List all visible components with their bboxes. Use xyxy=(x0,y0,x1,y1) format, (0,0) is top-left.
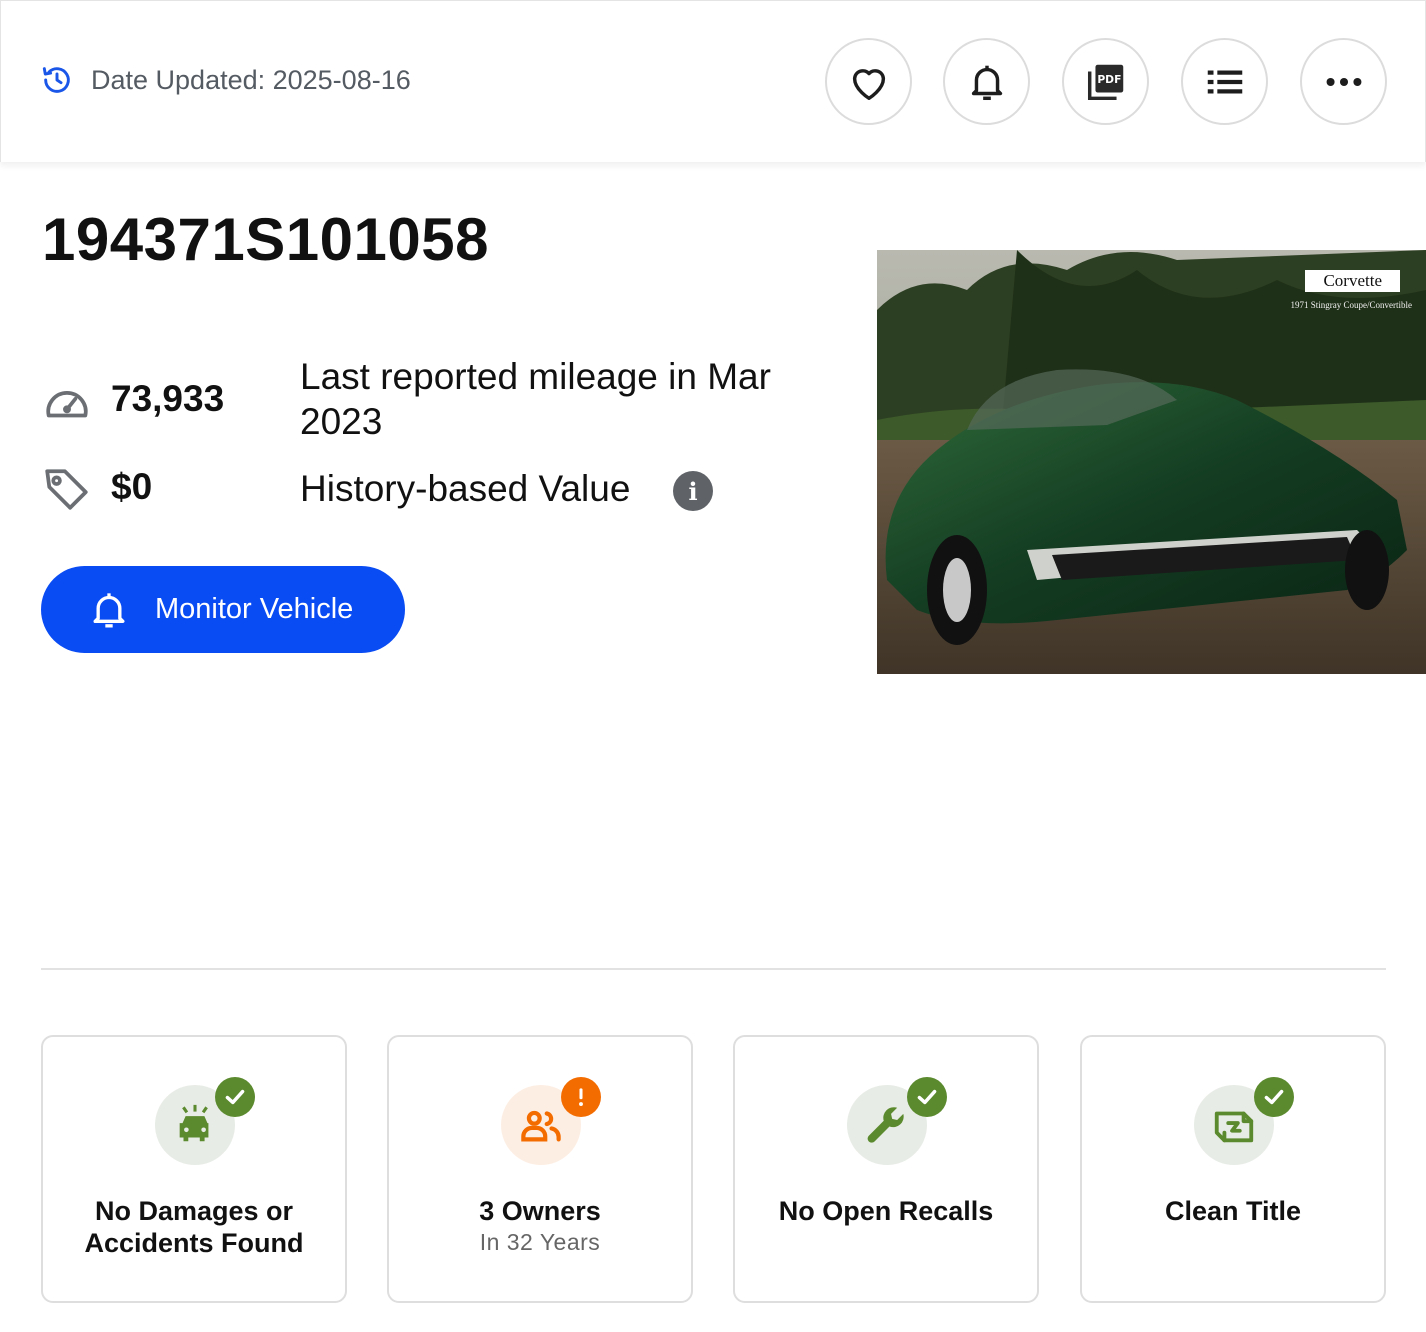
card-title: No Open Recalls xyxy=(778,1196,994,1226)
price-tag-icon xyxy=(45,469,88,510)
value-label: History-based Value xyxy=(300,468,631,509)
value-amount: $0 xyxy=(111,466,153,507)
check-icon xyxy=(1264,1089,1284,1105)
status-ok-badge xyxy=(907,1077,947,1117)
pdf-icon: PDF xyxy=(1087,64,1123,100)
vin-title: 194371S101058 xyxy=(42,206,489,273)
card-subtitle: In 32 Years xyxy=(479,1229,601,1255)
status-ok-badge xyxy=(215,1077,255,1117)
card-title: 3 Owners xyxy=(479,1196,601,1226)
list-icon xyxy=(1207,70,1242,93)
monitor-vehicle-label: Monitor Vehicle xyxy=(155,593,354,625)
bell-icon xyxy=(971,65,1002,100)
pdf-button[interactable]: PDF xyxy=(1062,38,1149,125)
heart-icon xyxy=(852,68,885,100)
card-title-line2: Accidents Found xyxy=(84,1228,304,1258)
date-updated: Date Updated: 2025-08-16 xyxy=(41,61,411,99)
speedometer-icon xyxy=(46,391,88,418)
check-icon xyxy=(917,1089,937,1105)
status-ok-badge xyxy=(1254,1077,1294,1117)
exclamation-icon xyxy=(579,1088,583,1106)
card-owners[interactable]: 3 Owners In 32 Years xyxy=(387,1035,693,1303)
value-info-icon[interactable]: i xyxy=(673,471,713,511)
status-warning-badge xyxy=(561,1077,601,1117)
wrench-icon xyxy=(867,1107,904,1143)
card-recalls[interactable]: No Open Recalls xyxy=(733,1035,1039,1303)
card-title-line1: No Damages or xyxy=(94,1196,294,1226)
check-icon xyxy=(225,1089,245,1105)
bell-icon xyxy=(93,592,125,627)
corvette-illustration xyxy=(877,250,1426,674)
card-damages[interactable]: No Damages or Accidents Found xyxy=(41,1035,347,1303)
vehicle-report-page: Date Updated: 2025-08-16 PDF 194371S1010… xyxy=(0,0,1426,1332)
mileage-value: 73,933 xyxy=(111,378,225,419)
report-header: Date Updated: 2025-08-16 PDF xyxy=(0,0,1426,162)
monitor-vehicle-button[interactable]: Monitor Vehicle xyxy=(41,566,405,653)
svg-text:PDF: PDF xyxy=(1097,72,1121,85)
card-title: No Damages or Accidents Found xyxy=(43,1195,345,1259)
mileage-label-line2: 2023 xyxy=(300,401,383,442)
owners-icon xyxy=(521,1110,561,1142)
history-icon xyxy=(42,67,70,93)
brochure-brand-text: Corvette xyxy=(1305,270,1400,292)
mileage-label: Last reported mileage in Mar 2023 xyxy=(300,354,771,444)
title-document-icon xyxy=(1214,1111,1254,1143)
vehicle-image: Corvette 1971 Stingray Coupe/Convertible xyxy=(877,250,1426,674)
car-crash-icon xyxy=(179,1104,209,1142)
favorite-button[interactable] xyxy=(825,38,912,125)
list-button[interactable] xyxy=(1181,38,1268,125)
alert-button[interactable] xyxy=(943,38,1030,125)
mileage-label-line1: Last reported mileage in Mar xyxy=(300,356,771,397)
card-title-status[interactable]: Clean Title xyxy=(1080,1035,1386,1303)
card-title: Clean Title xyxy=(1164,1196,1302,1226)
section-divider xyxy=(41,968,1386,970)
more-button[interactable] xyxy=(1300,38,1387,125)
date-updated-text: Date Updated: 2025-08-16 xyxy=(91,64,411,95)
more-icon xyxy=(1326,77,1361,86)
brochure-caption: 1971 Stingray Coupe/Convertible xyxy=(1290,300,1413,310)
